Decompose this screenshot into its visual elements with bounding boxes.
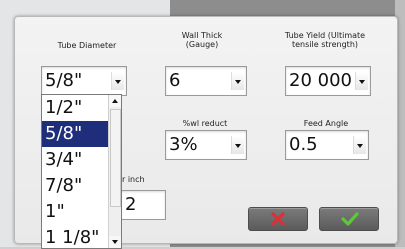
- list-item[interactable]: 7/8": [42, 173, 109, 199]
- per-inch-value: 2: [125, 194, 137, 215]
- wl-reduct-value: 3%: [169, 134, 198, 155]
- tube-yield-select[interactable]: 20 000: [285, 66, 371, 96]
- chevron-down-icon[interactable]: [231, 136, 244, 154]
- per-inch-input[interactable]: 2: [120, 190, 166, 220]
- tube-yield-value: 20 000: [289, 70, 352, 91]
- wl-reduct-select[interactable]: 3%: [165, 130, 247, 160]
- wall-thick-select[interactable]: 6: [165, 66, 247, 96]
- chevron-down-icon[interactable]: [111, 72, 124, 90]
- chevron-down-icon[interactable]: [355, 72, 368, 90]
- dropdown-scrollbar[interactable]: [108, 95, 121, 248]
- list-item[interactable]: 1": [42, 199, 109, 225]
- tube-diameter-select[interactable]: 5/8": [41, 66, 127, 96]
- ok-button[interactable]: [319, 207, 379, 231]
- chevron-down-icon[interactable]: [353, 136, 366, 154]
- wall-thick-label: Wall Thick (Gauge): [162, 31, 242, 49]
- feed-angle-value: 0.5: [289, 134, 318, 155]
- scrollbar-thumb[interactable]: [110, 109, 121, 207]
- tube-diameter-dropdown-list[interactable]: 1/2" 5/8" 3/4" 7/8" 1" 1 1/8": [41, 94, 122, 249]
- tube-diameter-value: 5/8": [45, 70, 83, 91]
- close-icon: [271, 212, 285, 226]
- wl-reduct-label: %wl reduct: [182, 119, 228, 128]
- tube-yield-label-line2: tensile strength): [291, 40, 359, 49]
- wall-thick-value: 6: [169, 70, 181, 91]
- feed-angle-label: Feed Angle: [303, 119, 349, 128]
- list-item[interactable]: 1 1/8": [42, 225, 109, 248]
- tube-yield-label: Tube Yield (Ultimate tensile strength): [272, 31, 378, 49]
- tube-diameter-label: Tube Diameter: [57, 41, 117, 50]
- cancel-button[interactable]: [248, 207, 308, 231]
- scroll-up-arrow-icon[interactable]: [109, 95, 121, 107]
- chevron-down-icon[interactable]: [231, 72, 244, 90]
- list-item-selected[interactable]: 5/8": [42, 121, 109, 147]
- wall-thick-label-line2: (Gauge): [185, 40, 219, 49]
- wall-thick-label-line1: Wall Thick: [181, 31, 223, 40]
- list-item[interactable]: 3/4": [42, 147, 109, 173]
- check-icon: [341, 212, 359, 226]
- feed-angle-select[interactable]: 0.5: [285, 130, 369, 160]
- scroll-down-arrow-icon[interactable]: [109, 236, 121, 248]
- list-item[interactable]: 1/2": [42, 95, 109, 121]
- tube-yield-label-line1: Tube Yield (Ultimate: [284, 31, 366, 40]
